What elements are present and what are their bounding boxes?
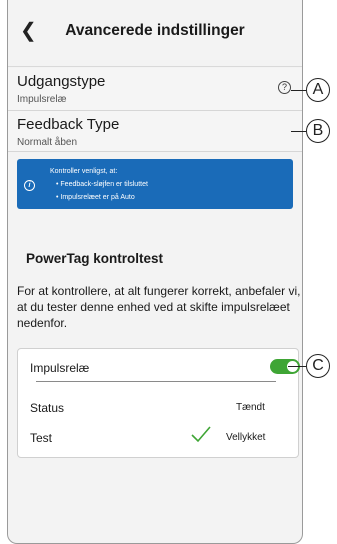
info-heading: Kontroller venligst, at:: [50, 168, 118, 175]
setting-output-type-label: Udgangstype: [17, 73, 106, 90]
section-title: PowerTag kontroltest: [26, 251, 164, 266]
callout-line-b: [291, 131, 306, 132]
setting-output-type[interactable]: Udgangstype Impulsrelæ ?: [8, 68, 302, 111]
test-label: Test: [30, 431, 53, 445]
setting-feedback-type-value: Normalt åben: [17, 137, 78, 148]
checkmark-icon: [191, 426, 211, 443]
header: ❮ Avancerede indstillinger: [8, 0, 302, 67]
callout-line-a: [291, 90, 306, 91]
setting-feedback-type-label: Feedback Type: [17, 116, 120, 133]
test-value: Vellykket: [226, 432, 266, 443]
info-bullet-auto: • Impulsrelæet er på Auto: [56, 194, 135, 201]
setting-output-type-value: Impulsrelæ: [17, 94, 67, 105]
setting-feedback-type[interactable]: Feedback Type Normalt åben: [8, 111, 302, 152]
info-bullet-feedback: • Feedback-sløjfen er tilsluttet: [56, 181, 148, 188]
relay-label: Impulsrelæ: [30, 361, 90, 375]
info-icon: i: [24, 180, 35, 191]
callout-c: C: [306, 354, 330, 378]
callout-b: B: [306, 119, 330, 143]
status-label: Status: [30, 401, 65, 415]
status-value: Tændt: [236, 402, 265, 413]
info-banner: i Kontroller venligst, at: • Feedback-sl…: [17, 159, 293, 209]
help-icon[interactable]: ?: [278, 81, 291, 94]
test-card: Impulsrelæ Status Tændt Test Vellykket: [17, 348, 300, 458]
callout-a: A: [306, 78, 330, 102]
section-description: For at kontrollere, at alt fungerer korr…: [17, 284, 301, 330]
phone-screen: ❮ Avancerede indstillinger Udgangstype I…: [7, 0, 303, 544]
divider: [36, 381, 276, 382]
callout-line-c: [288, 366, 306, 367]
page-title: Avancerede indstillinger: [65, 22, 245, 39]
